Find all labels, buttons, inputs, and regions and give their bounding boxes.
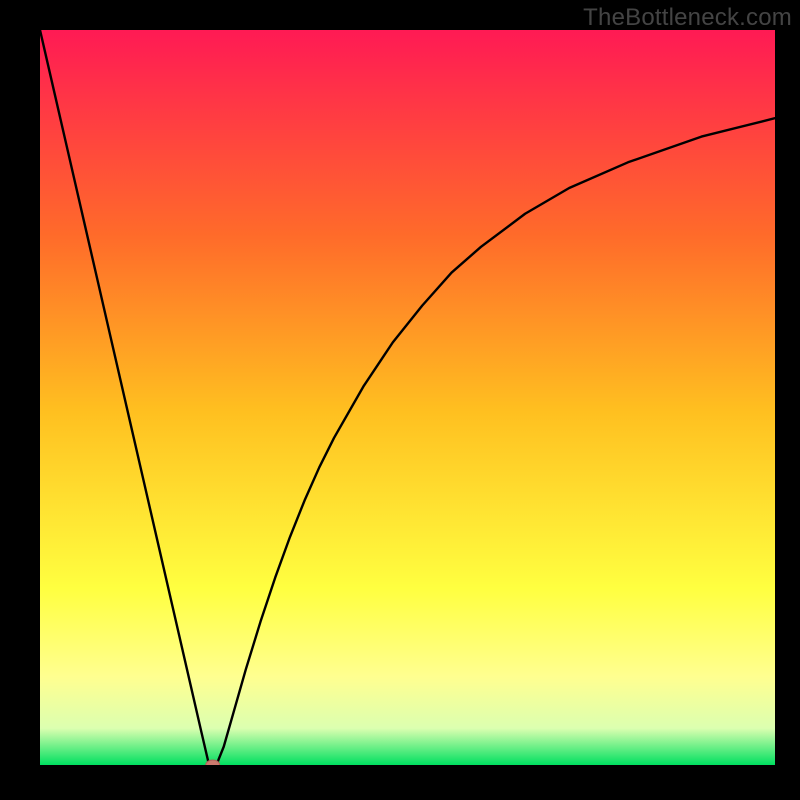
chart-svg bbox=[40, 30, 775, 765]
chart-frame: TheBottleneck.com bbox=[0, 0, 800, 800]
plot-area bbox=[40, 30, 775, 765]
gradient-background bbox=[40, 30, 775, 765]
watermark-text: TheBottleneck.com bbox=[583, 4, 792, 32]
